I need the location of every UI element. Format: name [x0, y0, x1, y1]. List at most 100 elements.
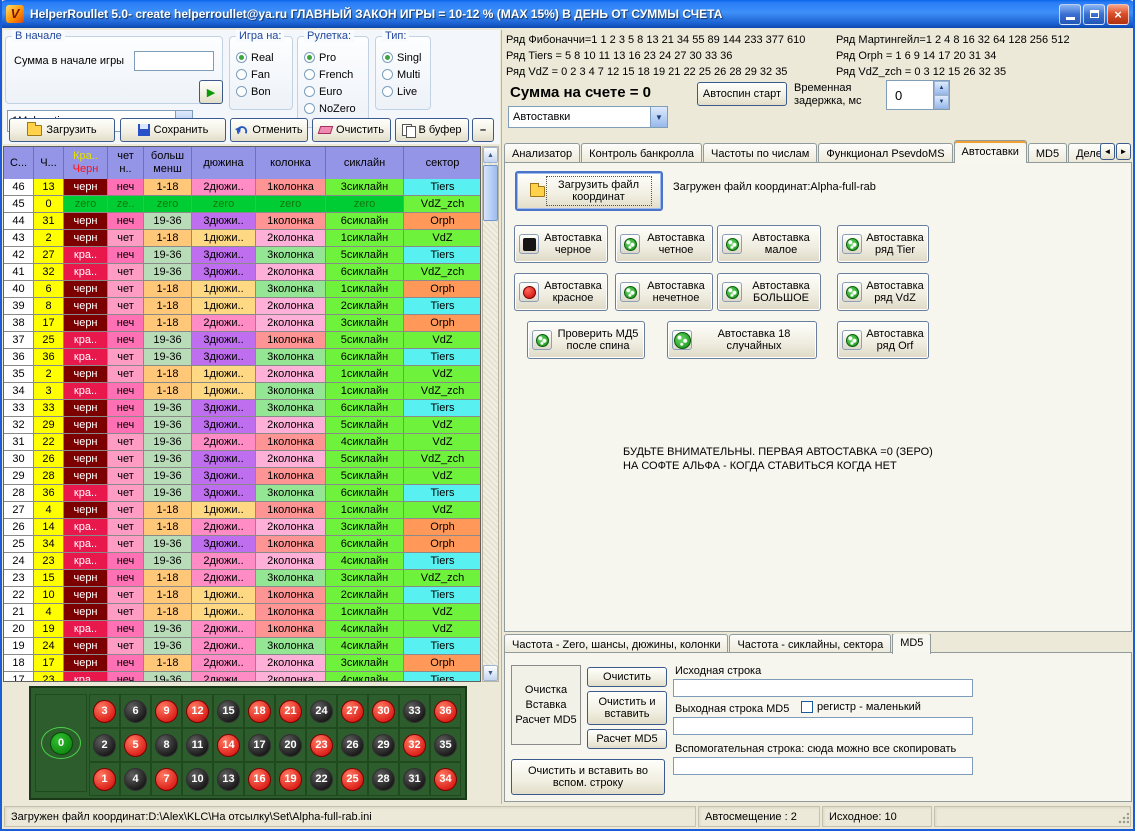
- board-number-35[interactable]: 35: [434, 734, 457, 757]
- collapse-button[interactable]: –: [472, 118, 494, 142]
- maximize-button[interactable]: [1083, 4, 1105, 25]
- board-number-33[interactable]: 33: [403, 700, 426, 723]
- autobet-ryad-tier-button[interactable]: Автоставка ряд Tier: [837, 225, 929, 263]
- radio-euro[interactable]: Euro: [298, 83, 368, 100]
- radio-french[interactable]: French: [298, 66, 368, 83]
- board-number-25[interactable]: 25: [341, 768, 364, 791]
- board-number-30[interactable]: 30: [372, 700, 395, 723]
- tab-scroll-right-button[interactable]: ►: [1116, 143, 1131, 160]
- scroll-up-button[interactable]: ▲: [483, 147, 498, 163]
- board-number-36[interactable]: 36: [434, 700, 457, 723]
- load-button[interactable]: Загрузить: [9, 118, 115, 142]
- autobet-proverit-md5-button[interactable]: Проверить МД5 после спина: [527, 321, 645, 359]
- board-number-4[interactable]: 4: [124, 768, 147, 791]
- board-number-20[interactable]: 20: [279, 734, 302, 757]
- radio-pro[interactable]: Pro: [298, 49, 368, 66]
- table-row[interactable]: 1924чернчет19-362дюжи..3колонка4сиклайнT…: [4, 638, 480, 655]
- register-checkbox[interactable]: регистр - маленький: [801, 701, 921, 713]
- radio-live[interactable]: Live: [376, 83, 430, 100]
- source-string-input[interactable]: [673, 679, 973, 697]
- main-tab-6[interactable]: MD5: [1028, 143, 1067, 163]
- table-row[interactable]: 2534кра..чет19-363дюжи..1колонка6сиклайн…: [4, 536, 480, 553]
- table-row[interactable]: 274чернчет1-181дюжи..1колонка1сиклайнVdZ: [4, 502, 480, 519]
- board-number-14[interactable]: 14: [217, 734, 240, 757]
- board-number-5[interactable]: 5: [124, 734, 147, 757]
- board-number-19[interactable]: 19: [279, 768, 302, 791]
- tab-scroll-left-button[interactable]: ◄: [1100, 143, 1115, 160]
- board-number-22[interactable]: 22: [310, 768, 333, 791]
- sum-start-input[interactable]: [134, 51, 214, 71]
- board-number-12[interactable]: 12: [186, 700, 209, 723]
- buffer-button[interactable]: В буфер: [395, 118, 469, 142]
- bottom-tab-3[interactable]: MD5: [892, 634, 931, 654]
- main-tab-5[interactable]: Автоставки: [954, 140, 1027, 163]
- board-number-9[interactable]: 9: [155, 700, 178, 723]
- table-row[interactable]: 352чернчет1-181дюжи..2колонка1сиклайнVdZ: [4, 366, 480, 383]
- board-number-7[interactable]: 7: [155, 768, 178, 791]
- bottom-tab-2[interactable]: Частота - сиклайны, сектора: [729, 634, 891, 654]
- board-number-15[interactable]: 15: [217, 700, 240, 723]
- aux-string-input[interactable]: [673, 757, 973, 775]
- table-row[interactable]: 3122чернчет19-362дюжи..1колонка4сиклайнV…: [4, 434, 480, 451]
- autobet-chernoe-button[interactable]: Автоставка черное: [514, 225, 608, 263]
- table-row[interactable]: 2019кра..неч19-362дюжи..1колонка4сиклайн…: [4, 621, 480, 638]
- board-number-2[interactable]: 2: [93, 734, 116, 757]
- board-number-16[interactable]: 16: [248, 768, 271, 791]
- board-number-8[interactable]: 8: [155, 734, 178, 757]
- table-row[interactable]: 2315черннеч1-182дюжи..3колонка3сиклайнVd…: [4, 570, 480, 587]
- table-row[interactable]: 4613черннеч1-182дюжи..1колонка3сиклайнTi…: [4, 179, 480, 196]
- board-number-0[interactable]: 0: [50, 732, 73, 755]
- radio-singl[interactable]: Singl: [376, 49, 430, 66]
- radio-fan[interactable]: Fan: [230, 66, 292, 83]
- md5-calc-button[interactable]: Расчет MD5: [587, 729, 667, 749]
- table-row[interactable]: 1817черннеч1-182дюжи..2колонка3сиклайнOr…: [4, 655, 480, 672]
- table-row[interactable]: 398чернчет1-181дюжи..2колонка2сиклайнTie…: [4, 298, 480, 315]
- table-row[interactable]: 2836кра..чет19-363дюжи..3колонка6сиклайн…: [4, 485, 480, 502]
- autobet-chetnoe-button[interactable]: Автоставка четное: [615, 225, 713, 263]
- autobet-bolshoe-button[interactable]: Автоставка БОЛЬШОЕ: [717, 273, 821, 311]
- zero-cell[interactable]: 0: [35, 694, 87, 792]
- board-number-23[interactable]: 23: [310, 734, 333, 757]
- spin-down-button[interactable]: ▼: [934, 95, 949, 109]
- main-tab-7[interactable]: Делени: [1068, 143, 1104, 163]
- spin-up-button[interactable]: ▲: [934, 81, 949, 95]
- minimize-button[interactable]: [1059, 4, 1081, 25]
- autobets-select[interactable]: Автоставки ▼: [508, 106, 668, 128]
- autobet-krasnoe-button[interactable]: Автоставка красное: [514, 273, 608, 311]
- board-number-1[interactable]: 1: [93, 768, 116, 791]
- board-number-18[interactable]: 18: [248, 700, 271, 723]
- board-number-17[interactable]: 17: [248, 734, 271, 757]
- close-button[interactable]: ×: [1107, 4, 1129, 25]
- load-coords-button[interactable]: Загрузить файл координат: [515, 171, 663, 211]
- radio-nozero[interactable]: NoZero: [298, 100, 368, 117]
- checkbox-icon[interactable]: [801, 701, 813, 713]
- table-row[interactable]: 4431черннеч19-363дюжи..1колонка6сиклайнO…: [4, 213, 480, 230]
- table-row[interactable]: 406чернчет1-181дюжи..3колонка1сиклайнOrp…: [4, 281, 480, 298]
- table-scrollbar[interactable]: ▲ ▼: [482, 146, 499, 682]
- radio-real[interactable]: Real: [230, 49, 292, 66]
- autobet-18-sluchainyh-button[interactable]: Автоставка 18 случайных: [667, 321, 817, 359]
- autobet-ryad-vdz-button[interactable]: Автоставка ряд VdZ: [837, 273, 929, 311]
- clear-button[interactable]: Очистить: [312, 118, 391, 142]
- autobet-ryad-orf-button[interactable]: Автоставка ряд Orf: [837, 321, 929, 359]
- scroll-down-button[interactable]: ▼: [483, 665, 498, 681]
- table-row[interactable]: 4132кра..чет19-363дюжи..2колонка6сиклайн…: [4, 264, 480, 281]
- table-row[interactable]: 2928чернчет19-363дюжи..1колонка5сиклайнV…: [4, 468, 480, 485]
- clear-paste-aux-button[interactable]: Очистить и вставить во вспом. строку: [511, 759, 665, 795]
- autobet-nechetnoe-button[interactable]: Автоставка нечетное: [615, 273, 713, 311]
- board-number-3[interactable]: 3: [93, 700, 116, 723]
- play-button[interactable]: ▶: [199, 80, 223, 104]
- board-number-10[interactable]: 10: [186, 768, 209, 791]
- table-row[interactable]: 3725кра..неч19-363дюжи..1колонка5сиклайн…: [4, 332, 480, 349]
- board-number-27[interactable]: 27: [341, 700, 364, 723]
- board-number-28[interactable]: 28: [372, 768, 395, 791]
- md5-clear-button[interactable]: Очистить: [587, 667, 667, 687]
- table-row[interactable]: 3817черннеч1-182дюжи..2колонка3сиклайнOr…: [4, 315, 480, 332]
- autobet-maloe-button[interactable]: Автоставка малое: [717, 225, 821, 263]
- board-number-24[interactable]: 24: [310, 700, 333, 723]
- board-number-34[interactable]: 34: [434, 768, 457, 791]
- table-row[interactable]: 432чернчет1-181дюжи..2колонка1сиклайнVdZ: [4, 230, 480, 247]
- table-row[interactable]: 343кра..неч1-181дюжи..3колонка1сиклайнVd…: [4, 383, 480, 400]
- board-number-26[interactable]: 26: [341, 734, 364, 757]
- board-number-29[interactable]: 29: [372, 734, 395, 757]
